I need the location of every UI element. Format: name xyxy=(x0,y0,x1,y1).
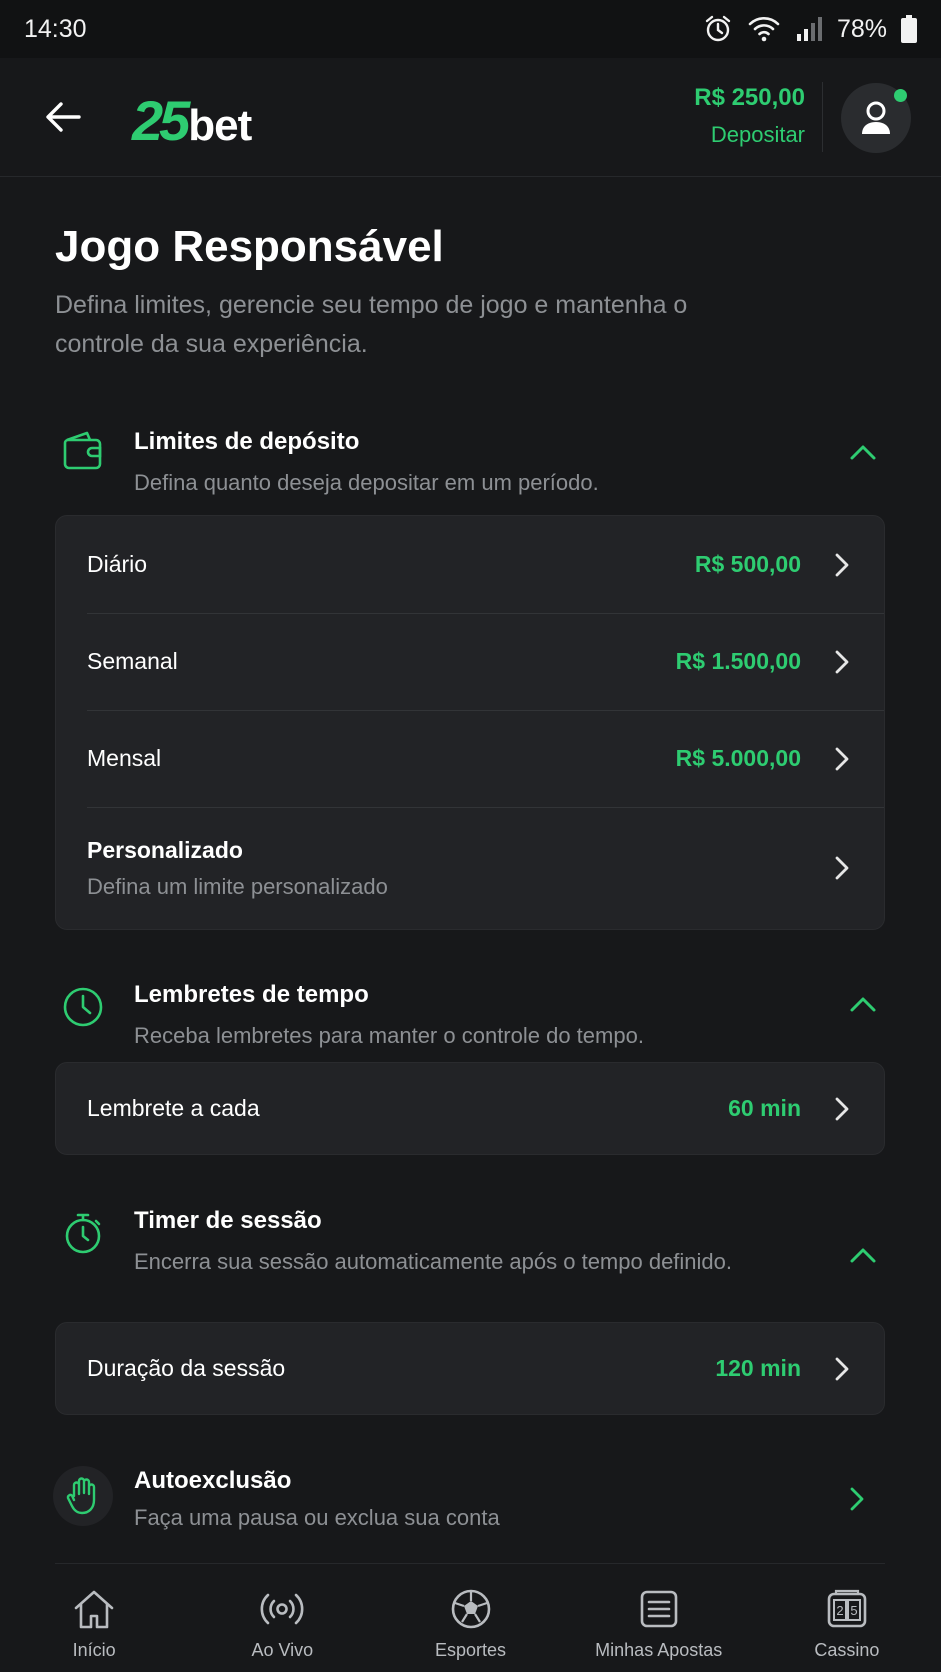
section-subtitle: Receba lembretes para manter o controle … xyxy=(134,1023,644,1048)
signal-icon xyxy=(795,16,823,42)
section-title: Lembretes de tempo xyxy=(134,981,369,1008)
nav-label: Esportes xyxy=(434,1640,507,1660)
bet-slip-icon xyxy=(636,1586,682,1632)
chevron-right-icon xyxy=(831,1097,853,1120)
chevron-up-icon[interactable] xyxy=(841,1233,885,1277)
nav-item-home[interactable]: Início xyxy=(0,1566,188,1672)
status-icons: 78% xyxy=(703,14,917,44)
limit-row-weekly[interactable]: Semanal R$ 1.500,00 xyxy=(56,613,884,710)
online-status-dot xyxy=(894,89,907,102)
chevron-right-icon xyxy=(831,650,853,673)
bottom-nav: Início Ao Vivo Esportes Minhas Apostas 2… xyxy=(0,1566,941,1672)
home-icon xyxy=(71,1586,117,1632)
time-reminders-card: Lembrete a cada 60 min xyxy=(55,1062,885,1155)
status-bar: 14:30 78% xyxy=(0,0,941,58)
balance-block: R$ 250,00 Depositar xyxy=(694,84,805,148)
row-value: R$ 1.500,00 xyxy=(675,648,801,674)
svg-text:5: 5 xyxy=(850,1603,857,1618)
casino-icon: 25 xyxy=(824,1586,870,1632)
wifi-icon xyxy=(747,15,781,43)
soccer-ball-icon xyxy=(448,1586,494,1632)
user-icon xyxy=(862,101,890,134)
row-text: Personalizado Defina um limite personali… xyxy=(87,837,831,900)
logo-number: 25 xyxy=(132,89,190,152)
app-header: 25 bet R$ 250,00 Depositar xyxy=(0,58,941,177)
section-subtitle: Encerra sua sessão automaticamente após … xyxy=(134,1249,733,1274)
back-button[interactable] xyxy=(36,90,90,144)
row-label: Lembrete a cada xyxy=(87,1095,260,1121)
battery-percent: 78% xyxy=(836,14,887,43)
row-value: R$ 5.000,00 xyxy=(675,745,801,771)
page-title: Jogo Responsável xyxy=(55,222,444,271)
self-exclusion-subtitle: Faça uma pausa ou exclua sua conta xyxy=(134,1505,500,1530)
limit-row-daily[interactable]: Diário R$ 500,00 xyxy=(56,516,884,613)
deposit-limits-card: Diário R$ 500,00 Semanal R$ 1.500,00 Men… xyxy=(55,515,885,930)
hand-stop-icon xyxy=(53,1466,113,1526)
row-value: 60 min xyxy=(728,1095,801,1121)
chevron-right-icon[interactable] xyxy=(845,1487,869,1511)
row-label: Diário xyxy=(87,551,148,577)
self-exclusion-title[interactable]: Autoexclusão xyxy=(134,1467,291,1495)
chevron-up-icon[interactable] xyxy=(841,430,885,474)
limit-row-monthly[interactable]: Mensal R$ 5.000,00 xyxy=(56,710,884,807)
row-value: 120 min xyxy=(715,1355,801,1381)
section-session-timer-header[interactable]: Timer de sessão Encerra sua sessão autom… xyxy=(55,1207,885,1307)
alarm-icon xyxy=(703,14,733,44)
nav-item-live[interactable]: Ao Vivo xyxy=(188,1566,376,1672)
row-label: Mensal xyxy=(87,745,162,771)
reminder-row[interactable]: Lembrete a cada 60 min xyxy=(56,1063,884,1154)
section-time-reminders-header[interactable]: Lembretes de tempo Receba lembretes para… xyxy=(55,981,885,1051)
live-icon xyxy=(259,1586,305,1632)
logo-word: bet xyxy=(188,101,252,150)
clock-icon xyxy=(61,985,105,1029)
profile-avatar-button[interactable] xyxy=(841,83,911,153)
row-value: R$ 500,00 xyxy=(694,551,801,577)
stopwatch-icon xyxy=(61,1211,105,1255)
chevron-right-icon xyxy=(831,553,853,576)
page-subtitle: Defina limites, gerencie seu tempo de jo… xyxy=(55,291,688,358)
wallet-icon xyxy=(61,428,105,472)
chevron-right-icon xyxy=(831,856,853,880)
section-subtitle: Defina quanto deseja depositar em um per… xyxy=(134,470,599,495)
nav-label: Início xyxy=(72,1640,116,1660)
row-sublabel: Defina um limite personalizado xyxy=(87,873,388,899)
header-divider xyxy=(822,82,823,152)
svg-text:2: 2 xyxy=(836,1603,843,1618)
chevron-right-icon xyxy=(831,1357,853,1380)
section-title: Limites de depósito xyxy=(134,428,360,455)
nav-label: Cassino xyxy=(814,1640,880,1660)
limit-row-custom[interactable]: Personalizado Defina um limite personali… xyxy=(56,807,884,929)
balance-amount: R$ 250,00 xyxy=(694,84,805,111)
nav-label: Ao Vivo xyxy=(251,1640,314,1660)
nav-label: Minhas Apostas xyxy=(595,1640,723,1660)
chevron-up-icon[interactable] xyxy=(841,982,885,1026)
nav-item-sports[interactable]: Esportes xyxy=(376,1566,564,1672)
nav-item-casino[interactable]: 25 Cassino xyxy=(753,1566,941,1672)
divider xyxy=(55,1563,885,1564)
row-label: Semanal xyxy=(87,648,178,674)
row-label: Personalizado xyxy=(87,836,243,863)
status-time: 14:30 xyxy=(24,14,87,43)
battery-icon xyxy=(901,15,917,43)
brand-logo[interactable]: 25 bet xyxy=(132,88,252,153)
row-label: Duração da sessão xyxy=(87,1355,286,1381)
chevron-right-icon xyxy=(831,747,853,770)
section-deposit-limits-header[interactable]: Limites de depósito Defina quanto deseja… xyxy=(55,428,885,498)
session-duration-row[interactable]: Duração da sessão 120 min xyxy=(56,1323,884,1414)
section-title: Timer de sessão xyxy=(134,1207,322,1234)
deposit-link[interactable]: Depositar xyxy=(694,122,805,148)
nav-item-my-bets[interactable]: Minhas Apostas xyxy=(565,1566,753,1672)
arrow-left-icon xyxy=(46,102,81,132)
session-timer-card: Duração da sessão 120 min xyxy=(55,1322,885,1415)
